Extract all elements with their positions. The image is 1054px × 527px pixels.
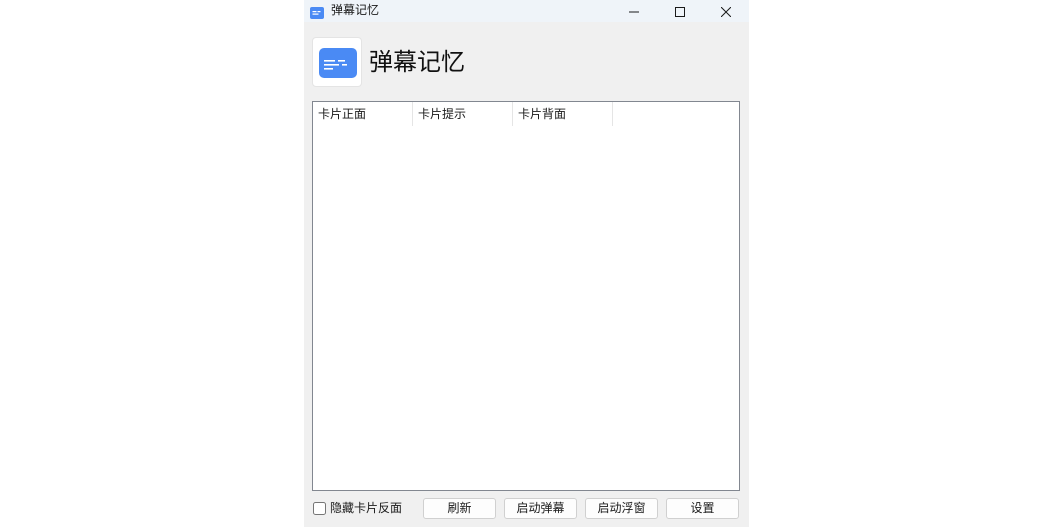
app-icon	[310, 4, 324, 19]
hide-back-label: 隐藏卡片反面	[330, 501, 403, 515]
start-danmaku-button[interactable]: 启动弹幕	[504, 498, 577, 519]
start-floating-window-button[interactable]: 启动浮窗	[585, 498, 658, 519]
close-icon	[720, 2, 732, 21]
window-title: 弹幕记忆	[331, 3, 380, 17]
column-header-hint[interactable]: 卡片提示	[413, 102, 513, 126]
refresh-button[interactable]: 刷新	[423, 498, 496, 519]
minimize-button[interactable]	[611, 0, 657, 22]
title-bar[interactable]: 弹幕记忆	[304, 0, 749, 22]
hide-back-checkbox[interactable]	[313, 501, 326, 515]
card-table[interactable]: 卡片正面 卡片提示 卡片背面	[312, 101, 740, 491]
close-button[interactable]	[703, 0, 749, 22]
column-header-back[interactable]: 卡片背面	[513, 102, 613, 126]
settings-button[interactable]: 设置	[666, 498, 739, 519]
danmaku-app-icon	[312, 37, 362, 87]
maximize-button[interactable]	[657, 0, 703, 22]
minimize-icon	[629, 2, 639, 21]
maximize-icon	[675, 2, 685, 21]
hide-back-option[interactable]: 隐藏卡片反面	[313, 500, 402, 516]
table-body[interactable]	[313, 126, 739, 490]
table-header: 卡片正面 卡片提示 卡片背面	[313, 102, 739, 126]
page-title: 弹幕记忆	[369, 48, 465, 76]
column-header-front[interactable]: 卡片正面	[313, 102, 413, 126]
app-window: 弹幕记忆 弹幕记忆 卡片正面 卡片提示 卡片背面 隐藏卡片反面 刷新 启动弹幕 …	[304, 0, 749, 527]
